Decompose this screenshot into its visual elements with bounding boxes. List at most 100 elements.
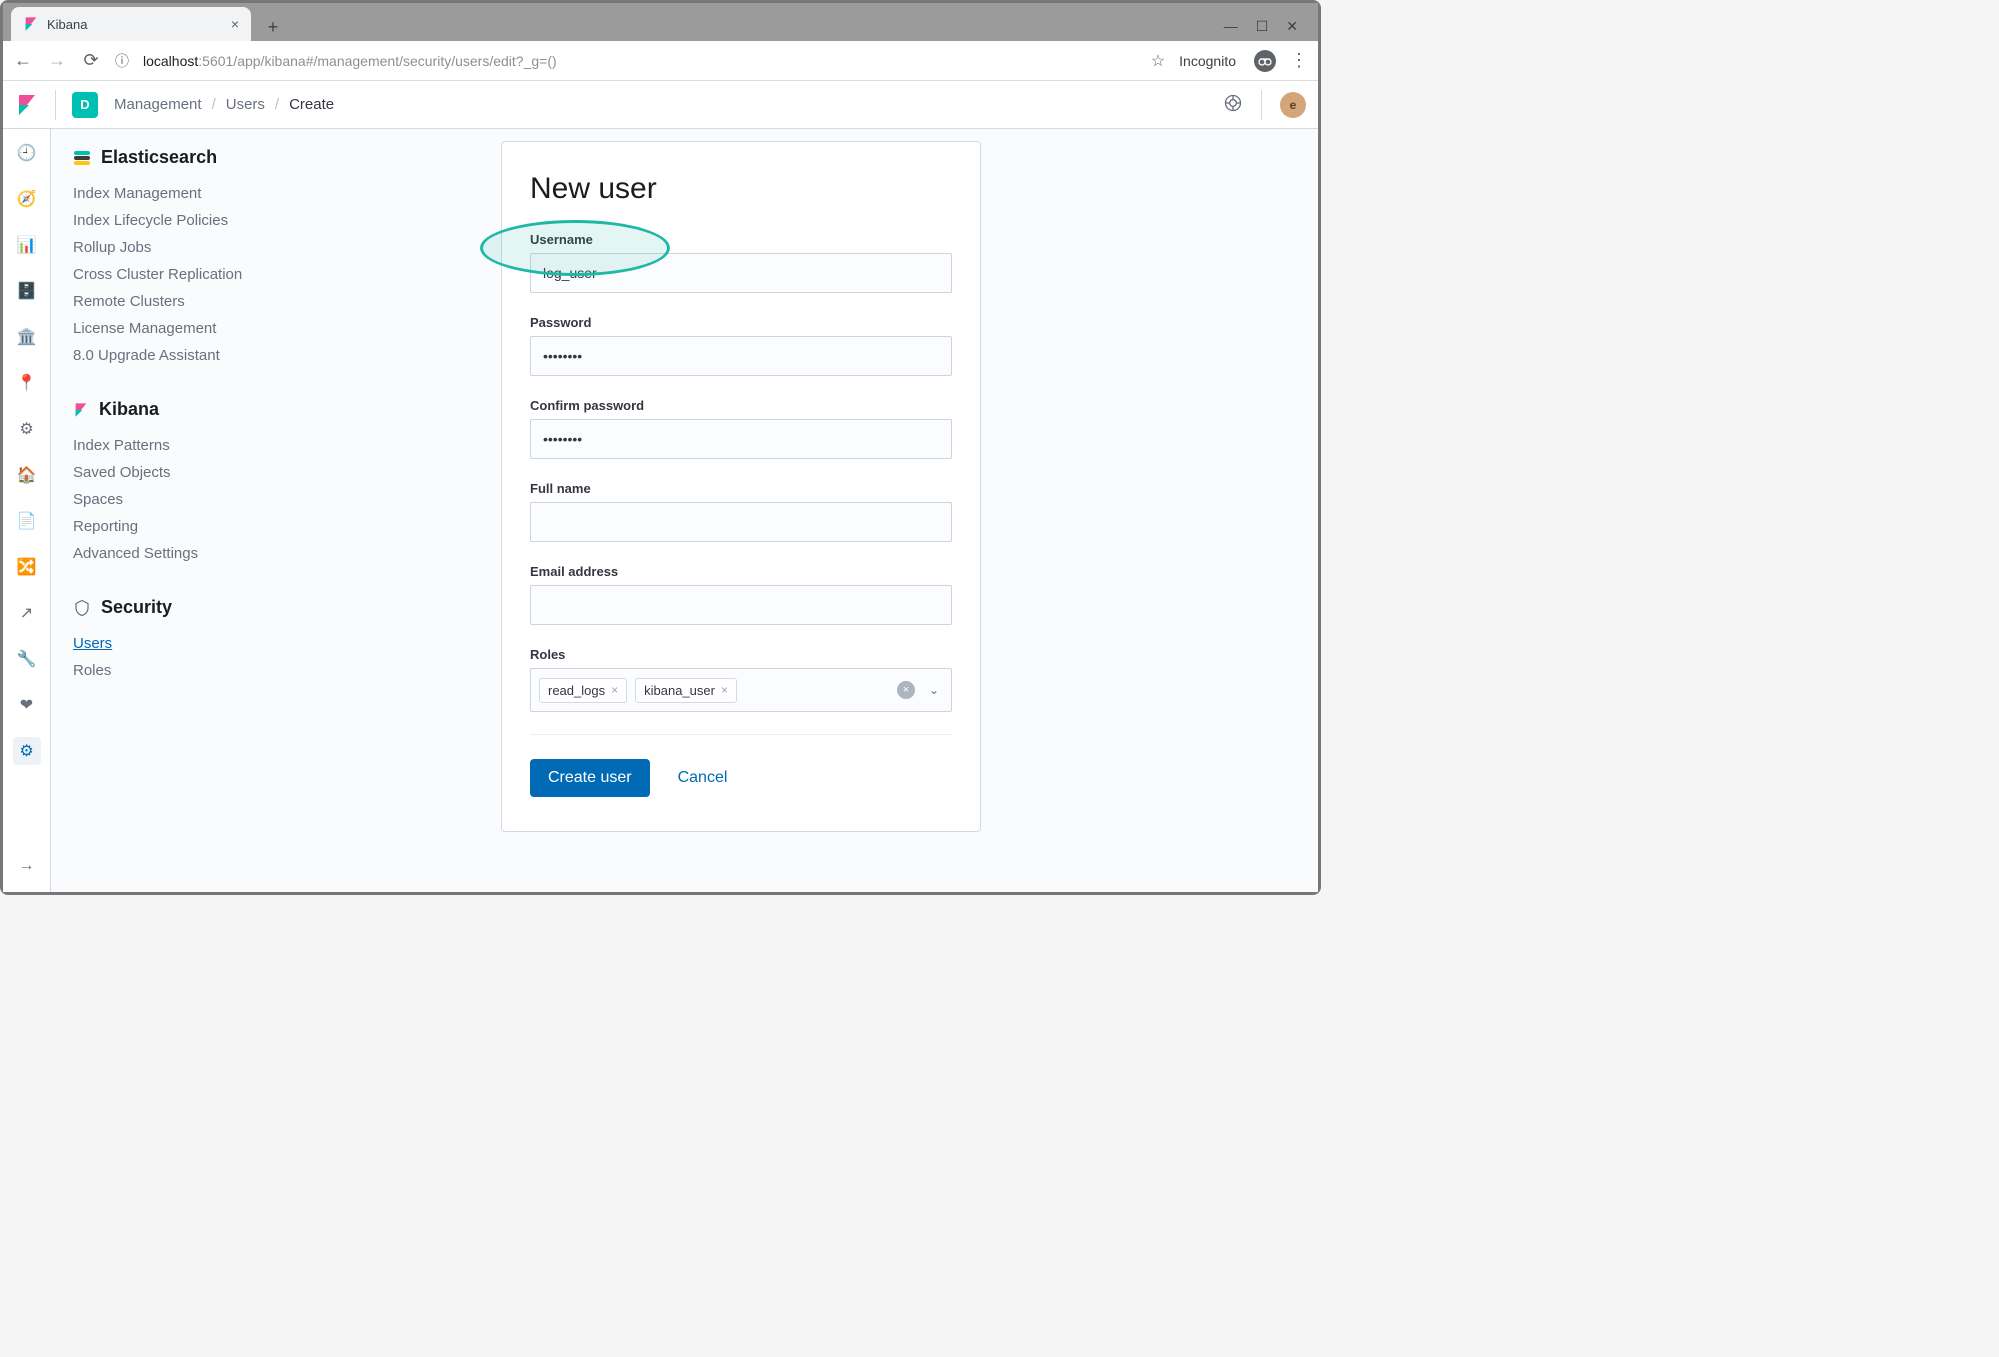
management-sidebar: Elasticsearch Index Management Index Lif…: [51, 129, 351, 892]
minimize-icon[interactable]: —: [1224, 18, 1238, 35]
role-chip-label: kibana_user: [644, 683, 715, 698]
remove-role-icon[interactable]: ×: [721, 683, 728, 697]
breadcrumb-users[interactable]: Users: [226, 96, 265, 113]
cancel-button[interactable]: Cancel: [678, 769, 728, 787]
kibana-tab-icon: [23, 16, 39, 32]
label-username: Username: [530, 232, 952, 247]
email-field[interactable]: [530, 585, 952, 625]
ml-icon[interactable]: ⚙︎: [13, 415, 41, 443]
browser-tab[interactable]: Kibana ×: [11, 7, 251, 41]
breadcrumb: Management / Users / Create: [114, 96, 334, 113]
infrastructure-icon[interactable]: 🏠: [13, 461, 41, 489]
role-chip-kibana-user[interactable]: kibana_user ×: [635, 678, 737, 703]
recent-icon[interactable]: 🕘: [13, 139, 41, 167]
url-field[interactable]: localhost:5601/app/kibana#/management/se…: [143, 53, 1137, 69]
elasticsearch-icon: [73, 149, 91, 167]
maps-icon[interactable]: 📍: [13, 369, 41, 397]
window-controls: — ☐ ✕: [1224, 18, 1310, 41]
kibana-icon: [73, 401, 89, 419]
new-tab-button[interactable]: +: [259, 13, 287, 41]
roles-combobox[interactable]: read_logs × kibana_user × × ⌄: [530, 668, 952, 712]
sidebar-section-kibana: Kibana: [73, 399, 341, 420]
sidebar-kibana-title: Kibana: [99, 399, 159, 420]
sidebar-item-ccr[interactable]: Cross Cluster Replication: [73, 261, 341, 288]
form-divider: [530, 734, 952, 735]
breadcrumb-sep: /: [275, 96, 279, 113]
app-header: D Management / Users / Create e: [3, 81, 1318, 129]
label-fullname: Full name: [530, 481, 952, 496]
visualize-icon[interactable]: 📊: [13, 231, 41, 259]
space-badge[interactable]: D: [72, 92, 98, 118]
close-tab-icon[interactable]: ×: [231, 16, 239, 32]
logs-icon[interactable]: 📄: [13, 507, 41, 535]
sidebar-link-users[interactable]: Users: [73, 635, 112, 652]
new-user-panel: New user Username Password Confirm passw…: [501, 141, 981, 832]
discover-icon[interactable]: 🧭: [13, 185, 41, 213]
sidebar-item-index-patterns[interactable]: Index Patterns: [73, 432, 341, 459]
sidebar-item-users[interactable]: Users: [73, 630, 341, 657]
role-chip-label: read_logs: [548, 683, 605, 698]
breadcrumb-current: Create: [289, 96, 334, 113]
url-path: :5601/app/kibana#/management/security/us…: [198, 53, 556, 69]
sidebar-item-ilm[interactable]: Index Lifecycle Policies: [73, 207, 341, 234]
sidebar-section-security: Security: [73, 597, 341, 618]
sidebar-section-elasticsearch: Elasticsearch: [73, 147, 341, 168]
sidebar-security-title: Security: [101, 597, 172, 618]
sidebar-item-remote-clusters[interactable]: Remote Clusters: [73, 288, 341, 315]
url-host: localhost: [143, 53, 198, 69]
fullname-field[interactable]: [530, 502, 952, 542]
sidebar-item-roles[interactable]: Roles: [73, 657, 341, 684]
label-roles: Roles: [530, 647, 952, 662]
avatar[interactable]: e: [1280, 92, 1306, 118]
clear-roles-icon[interactable]: ×: [897, 681, 915, 699]
remove-role-icon[interactable]: ×: [611, 683, 618, 697]
label-confirm-password: Confirm password: [530, 398, 952, 413]
management-icon[interactable]: ⚙: [13, 737, 41, 765]
sidebar-es-title: Elasticsearch: [101, 147, 217, 168]
label-email: Email address: [530, 564, 952, 579]
shield-icon: [73, 599, 91, 617]
devtools-icon[interactable]: 🔧: [13, 645, 41, 673]
uptime-icon[interactable]: ↗︎: [13, 599, 41, 627]
back-icon[interactable]: ←: [13, 50, 33, 71]
collapse-rail-icon[interactable]: →: [13, 852, 41, 880]
role-chip-read-logs[interactable]: read_logs ×: [539, 678, 627, 703]
label-password: Password: [530, 315, 952, 330]
forward-icon[interactable]: →: [47, 50, 67, 71]
apm-icon[interactable]: 🔀: [13, 553, 41, 581]
help-icon[interactable]: [1223, 93, 1243, 117]
sidebar-item-rollup[interactable]: Rollup Jobs: [73, 234, 341, 261]
browser-tab-strip: Kibana × + — ☐ ✕: [3, 3, 1318, 41]
monitoring-icon[interactable]: ❤︎: [13, 691, 41, 719]
sidebar-item-license[interactable]: License Management: [73, 315, 341, 342]
canvas-icon[interactable]: 🏛️: [13, 323, 41, 351]
chevron-down-icon[interactable]: ⌄: [929, 683, 939, 697]
maximize-icon[interactable]: ☐: [1256, 18, 1269, 35]
confirm-password-field[interactable]: [530, 419, 952, 459]
header-divider: [1261, 90, 1262, 120]
incognito-icon[interactable]: [1254, 50, 1276, 72]
dashboard-icon[interactable]: 🗄️: [13, 277, 41, 305]
reload-icon[interactable]: ⟳: [81, 50, 101, 71]
sidebar-item-spaces[interactable]: Spaces: [73, 486, 341, 513]
sidebar-item-advanced-settings[interactable]: Advanced Settings: [73, 540, 341, 567]
header-divider: [55, 90, 56, 120]
sidebar-item-index-management[interactable]: Index Management: [73, 180, 341, 207]
bookmark-icon[interactable]: ☆: [1151, 51, 1165, 71]
sidebar-item-reporting[interactable]: Reporting: [73, 513, 341, 540]
breadcrumb-management[interactable]: Management: [114, 96, 202, 113]
tab-title: Kibana: [47, 17, 223, 32]
sidebar-item-saved-objects[interactable]: Saved Objects: [73, 459, 341, 486]
password-field[interactable]: [530, 336, 952, 376]
breadcrumb-sep: /: [212, 96, 216, 113]
page-title: New user: [530, 172, 952, 206]
address-bar: ← → ⟳ ⓘ localhost:5601/app/kibana#/manag…: [3, 41, 1318, 81]
incognito-label: Incognito: [1179, 53, 1236, 69]
create-user-button[interactable]: Create user: [530, 759, 650, 797]
site-info-icon[interactable]: ⓘ: [115, 51, 129, 71]
username-field[interactable]: [530, 253, 952, 293]
close-window-icon[interactable]: ✕: [1286, 18, 1298, 35]
kibana-logo-icon[interactable]: [15, 93, 39, 117]
browser-menu-icon[interactable]: ⋮: [1290, 50, 1308, 71]
sidebar-item-upgrade-assistant[interactable]: 8.0 Upgrade Assistant: [73, 342, 341, 369]
